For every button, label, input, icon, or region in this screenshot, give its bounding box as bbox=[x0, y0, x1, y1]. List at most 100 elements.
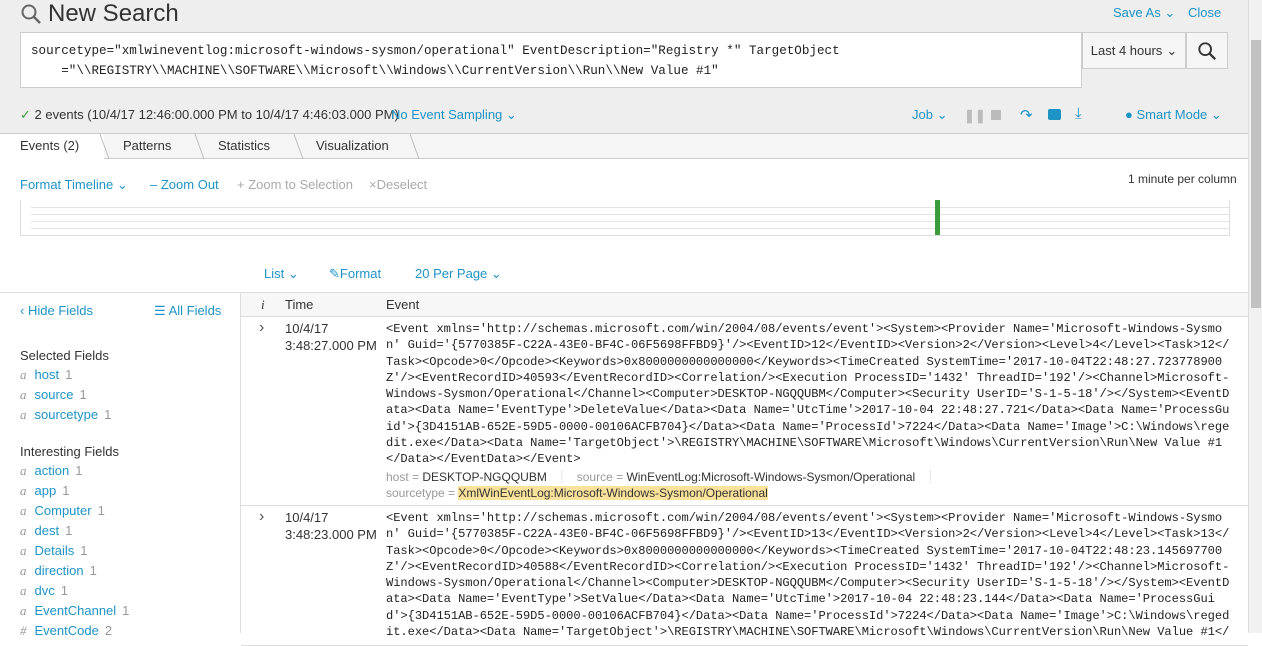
field-name[interactable]: direction bbox=[35, 563, 84, 578]
job-label: Job bbox=[912, 107, 933, 122]
format-timeline-label: Format Timeline bbox=[20, 177, 114, 192]
all-fields-label: All Fields bbox=[168, 303, 222, 318]
sourcetype-value[interactable]: XmlWinEventLog:Microsoft-Windows-Sysmon/… bbox=[458, 486, 768, 500]
all-fields-button[interactable]: ☰ All Fields bbox=[154, 303, 221, 319]
field-name[interactable]: sourcetype bbox=[35, 407, 99, 422]
minus-icon: – bbox=[150, 177, 158, 192]
save-as-label: Save As bbox=[1113, 5, 1161, 20]
field-item[interactable]: a Computer 1 bbox=[20, 503, 105, 519]
field-type-icon: a bbox=[20, 563, 27, 578]
field-name[interactable]: app bbox=[35, 483, 57, 498]
plus-icon: + bbox=[237, 177, 245, 192]
tab-patterns[interactable]: Patterns bbox=[123, 134, 171, 159]
gridline bbox=[31, 228, 1229, 229]
chevron-down-icon: ⌄ bbox=[287, 266, 299, 281]
tab-visualization[interactable]: Visualization bbox=[316, 134, 389, 159]
event-line: n' Guid='{5770385F-C22A-43E0-BF4C-06F569… bbox=[386, 338, 1230, 353]
tab-statistics[interactable]: Statistics bbox=[218, 134, 270, 159]
close-button[interactable]: Close bbox=[1188, 5, 1221, 20]
save-as-button[interactable]: Save As ⌄ bbox=[1113, 5, 1175, 21]
zoom-to-selection-button[interactable]: + Zoom to Selection bbox=[237, 177, 353, 192]
expand-chevron-icon[interactable]: › bbox=[259, 508, 264, 526]
expand-chevron-icon[interactable]: › bbox=[259, 319, 264, 337]
field-item[interactable]: a source 1 bbox=[20, 387, 87, 403]
field-count: 1 bbox=[104, 407, 112, 422]
field-item[interactable]: a host 1 bbox=[20, 367, 72, 383]
field-name[interactable]: dest bbox=[35, 523, 60, 538]
field-item[interactable]: a Details 1 bbox=[20, 543, 87, 559]
field-name[interactable]: EventChannel bbox=[35, 603, 117, 618]
field-name[interactable]: Details bbox=[35, 543, 75, 558]
field-item[interactable]: a EventChannel 1 bbox=[20, 603, 129, 619]
format-button[interactable]: ✎Format bbox=[329, 266, 381, 282]
field-item[interactable]: a sourcetype 1 bbox=[20, 407, 111, 423]
chevron-down-icon: ⌄ bbox=[505, 107, 517, 122]
tab-divider bbox=[409, 134, 420, 159]
event-line: </Data></EventData></Event> bbox=[386, 452, 581, 467]
timeline-bar[interactable] bbox=[935, 200, 940, 235]
field-name[interactable]: host bbox=[35, 367, 60, 382]
scrollbar-thumb[interactable] bbox=[1251, 40, 1261, 308]
field-name[interactable]: EventCode bbox=[35, 623, 99, 638]
field-count: 1 bbox=[65, 523, 73, 538]
event-sampling-dropdown[interactable]: No Event Sampling ⌄ bbox=[391, 107, 517, 123]
zoom-out-button[interactable]: – Zoom Out bbox=[150, 177, 219, 192]
field-name[interactable]: Computer bbox=[35, 503, 92, 518]
list-view-dropdown[interactable]: List ⌄ bbox=[264, 266, 299, 282]
host-value[interactable]: DESKTOP-NGQQUBM bbox=[422, 470, 546, 484]
event-line: Windows-Sysmon/Operational</Channel><Com… bbox=[386, 576, 1230, 591]
job-status: ✓ 2 events (10/4/17 12:46:00.000 PM to 1… bbox=[20, 107, 399, 123]
format-timeline-button[interactable]: Format Timeline ⌄ bbox=[20, 177, 128, 193]
chevron-down-icon: ⌄ bbox=[936, 107, 948, 122]
field-type-icon: a bbox=[20, 463, 27, 478]
time-range-picker[interactable]: Last 4 hours ⌄ bbox=[1082, 32, 1186, 69]
source-value[interactable]: WinEventLog:Microsoft-Windows-Sysmon/Ope… bbox=[626, 470, 915, 484]
field-type-icon: a bbox=[20, 367, 27, 382]
query-line: sourcetype="xmlwineventlog:microsoft-win… bbox=[31, 44, 840, 58]
per-page-dropdown[interactable]: 20 Per Page ⌄ bbox=[415, 266, 502, 282]
export-icon[interactable]: ⤓ bbox=[1075, 105, 1082, 122]
field-name[interactable]: dvc bbox=[35, 583, 55, 598]
field-type-icon: a bbox=[20, 503, 27, 518]
search-button[interactable] bbox=[1186, 32, 1228, 69]
chevron-down-icon: ⌄ bbox=[1210, 107, 1222, 122]
event-line: ata><Data Name='EventType'>SetValue</Dat… bbox=[386, 592, 1215, 607]
field-name[interactable]: source bbox=[35, 387, 74, 402]
search-input[interactable]: sourcetype="xmlwineventlog:microsoft-win… bbox=[20, 32, 1082, 88]
tab-divider bbox=[293, 134, 304, 159]
vertical-scrollbar[interactable] bbox=[1248, 0, 1262, 633]
tab-events[interactable]: Events (2) bbox=[0, 134, 104, 159]
event-line: <Event xmlns='http://schemas.microsoft.c… bbox=[386, 511, 1223, 525]
zoom-out-label: Zoom Out bbox=[160, 177, 219, 192]
gridline bbox=[31, 214, 1229, 215]
time-range-label: Last 4 hours bbox=[1090, 43, 1163, 58]
field-item[interactable]: a dvc 1 bbox=[20, 583, 68, 599]
field-name[interactable]: action bbox=[35, 463, 70, 478]
tab-divider bbox=[194, 134, 205, 159]
chevron-down-icon: ⌄ bbox=[116, 177, 128, 192]
search-icon bbox=[1198, 41, 1216, 60]
stop-icon[interactable] bbox=[991, 110, 1001, 120]
table-row: › 10/4/17 3:48:23.000 PM <Event xmlns='http… bbox=[241, 506, 1248, 646]
event-line: ata><Data Name='EventType'>DeleteValue</… bbox=[386, 403, 1230, 418]
timeline-chart[interactable] bbox=[20, 200, 1230, 236]
search-mode-dropdown[interactable]: ● Smart Mode ⌄ bbox=[1125, 107, 1222, 123]
field-item[interactable]: # EventCode 2 bbox=[20, 623, 112, 639]
field-item[interactable]: a app 1 bbox=[20, 483, 69, 499]
deselect-button[interactable]: ×Deselect bbox=[369, 177, 427, 192]
print-icon[interactable] bbox=[1048, 109, 1061, 120]
selected-fields-heading: Selected Fields bbox=[20, 348, 109, 363]
share-icon[interactable]: ↷ bbox=[1020, 106, 1033, 124]
job-menu[interactable]: Job ⌄ bbox=[912, 107, 948, 123]
event-date: 10/4/17 bbox=[285, 510, 329, 525]
event-count-text: 2 events (10/4/17 12:46:00.000 PM to 10/… bbox=[34, 107, 399, 122]
field-count: 1 bbox=[62, 483, 70, 498]
field-count: 1 bbox=[79, 387, 87, 402]
hide-fields-button[interactable]: ‹ Hide Fields bbox=[20, 303, 93, 318]
col-time[interactable]: Time bbox=[285, 297, 313, 312]
pause-icon[interactable]: ❚❚ bbox=[964, 108, 986, 124]
field-item[interactable]: a direction 1 bbox=[20, 563, 97, 579]
field-item[interactable]: a action 1 bbox=[20, 463, 82, 479]
field-item[interactable]: a dest 1 bbox=[20, 523, 72, 539]
field-type-icon: a bbox=[20, 523, 27, 538]
